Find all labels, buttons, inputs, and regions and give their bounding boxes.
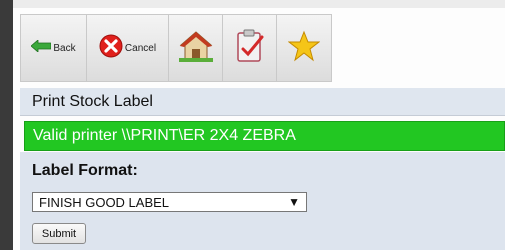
back-arrow-icon — [30, 39, 52, 57]
home-icon — [178, 30, 213, 67]
label-format-value: FINISH GOOD LABEL — [39, 194, 170, 210]
back-button[interactable]: Back — [21, 15, 87, 81]
label-format-select[interactable]: FINISH GOOD LABEL ▼ — [32, 192, 307, 212]
label-format-label: Label Format: — [32, 162, 138, 179]
submit-button[interactable]: Submit — [32, 223, 86, 244]
status-message: Valid printer \\PRINT\ER 2X4 ZEBRA — [24, 121, 505, 151]
cancel-button[interactable]: Cancel — [87, 15, 169, 81]
star-icon — [287, 30, 321, 67]
checklist-icon — [235, 29, 265, 68]
home-button[interactable] — [169, 15, 223, 81]
cancel-label: Cancel — [124, 42, 157, 54]
cancel-icon — [99, 34, 123, 63]
back-label: Back — [53, 42, 76, 54]
top-edge — [13, 0, 505, 8]
chevron-down-icon: ▼ — [288, 195, 300, 209]
checklist-button[interactable] — [223, 15, 277, 81]
app-window: Back Cancel Print Stock Label Valid prin… — [0, 0, 505, 250]
form-panel: Label Format: FINISH GOOD LABEL ▼ Submit — [20, 152, 505, 250]
toolbar: Back Cancel — [20, 14, 332, 82]
favorite-button[interactable] — [277, 15, 331, 81]
page-title: Print Stock Label — [20, 88, 505, 116]
window-edge — [0, 0, 13, 250]
